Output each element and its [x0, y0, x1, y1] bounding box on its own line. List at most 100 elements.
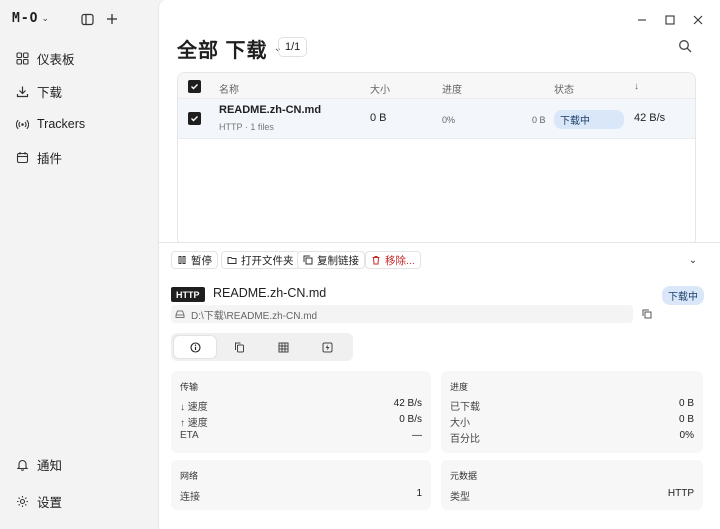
app-switcher[interactable]: M-O ⌄: [12, 11, 49, 26]
sidebar-item-label: Trackers: [37, 117, 86, 131]
sidebar-item-label: 仪表板: [37, 52, 75, 67]
chevron-down-icon: ⌄: [41, 13, 50, 23]
sidebar-item-label: 通知: [37, 458, 63, 473]
column-header-size[interactable]: 大小: [370, 81, 390, 96]
sidebar-item-label: 设置: [37, 495, 63, 510]
size-label: 大小: [450, 418, 470, 429]
trash-icon: [372, 256, 380, 265]
tab-info[interactable]: [174, 336, 216, 358]
upload-speed-row: ↑ 速度 0 B/s: [180, 414, 422, 429]
minimize-icon[interactable]: [634, 12, 650, 28]
info-icon: [189, 341, 201, 353]
metadata-title: 元数据: [450, 471, 478, 481]
copy-link-button[interactable]: 复制链接: [297, 251, 365, 269]
tab-activity[interactable]: [306, 336, 348, 358]
sidebar-item-notifications[interactable]: 通知: [8, 450, 150, 478]
file-path: D:\下载\README.zh-CN.md: [171, 305, 633, 323]
type-value: HTTP: [667, 488, 694, 499]
type-label: 类型: [450, 492, 470, 503]
network-title: 网络: [180, 471, 199, 481]
add-icon[interactable]: [104, 11, 120, 27]
sidebar-item-plugins[interactable]: 插件: [8, 143, 150, 171]
file-path-text: D:\下载\README.zh-CN.md: [191, 310, 318, 322]
page-title[interactable]: 全部 下载 ⌄: [177, 34, 283, 63]
drive-icon: [175, 310, 185, 318]
eta-row: ETA —: [180, 430, 422, 444]
sidebar-item-dashboard[interactable]: 仪表板: [8, 44, 150, 72]
download-speed-label: ↓ 速度: [180, 402, 208, 413]
column-header-status[interactable]: 状态: [554, 81, 574, 96]
close-icon[interactable]: [690, 12, 706, 28]
downloaded-row: 已下载 0 B: [450, 398, 694, 413]
open-folder-label: 打开文件夹: [241, 254, 294, 267]
eta-value: —: [412, 430, 422, 441]
download-speed-value: 42 B/s: [393, 398, 422, 409]
copy-icon: [303, 255, 313, 265]
sidebar-item-trackers[interactable]: Trackers: [8, 110, 150, 138]
calendar-icon: [16, 151, 29, 163]
search-icon[interactable]: [678, 39, 692, 53]
open-folder-button[interactable]: 打开文件夹: [221, 251, 300, 269]
pause-icon: [178, 256, 186, 264]
connections-label: 连接: [180, 492, 200, 503]
sidebar-toggle-icon[interactable]: [79, 11, 95, 27]
row-checkbox[interactable]: [188, 112, 201, 125]
percent-value: 0%: [679, 430, 694, 441]
row-size: 0 B: [370, 112, 387, 124]
transfer-title: 传输: [180, 382, 199, 392]
detail-panel: 暂停 打开文件夹 复制链接 移除... ⌄ HTTP README.zh-CN.…: [159, 242, 720, 529]
page-counter: 1/1: [278, 37, 308, 57]
pause-button[interactable]: 暂停: [171, 251, 218, 269]
connections-value: 1: [416, 488, 422, 499]
metadata-card: 元数据 类型 HTTP: [441, 460, 703, 510]
grid-icon: [278, 342, 288, 352]
sidebar-item-label: 下载: [37, 85, 63, 100]
page-title-text: 全部 下载: [177, 40, 268, 62]
files-icon: [234, 342, 244, 352]
select-all-checkbox[interactable]: [188, 80, 201, 93]
broadcast-icon: [16, 119, 29, 129]
upload-speed-value: 0 B/s: [399, 414, 422, 425]
size-row: 大小 0 B: [450, 414, 694, 429]
progress-card: 进度 已下载 0 B 大小 0 B 百分比 0%: [441, 371, 703, 453]
gear-icon: [17, 495, 28, 507]
network-card: 网络 连接 1: [171, 460, 431, 510]
detail-status-badge: 下载中: [662, 286, 704, 305]
sidebar-item-downloads[interactable]: 下载: [8, 77, 150, 105]
table-header: 名称 大小 进度 状态 ↓: [178, 73, 695, 99]
progress-title: 进度: [450, 382, 469, 392]
download-speed-row: ↓ 速度 42 B/s: [180, 398, 422, 413]
dashboard-icon: [16, 51, 29, 65]
sidebar-item-settings[interactable]: 设置: [8, 487, 150, 515]
eta-label: ETA: [180, 430, 199, 441]
collapse-panel-icon[interactable]: ⌄: [685, 252, 701, 268]
size-value: 0 B: [678, 414, 694, 425]
column-header-progress[interactable]: 进度: [442, 81, 462, 96]
column-header-name[interactable]: 名称: [219, 81, 239, 96]
maximize-icon[interactable]: [662, 12, 678, 28]
table-row[interactable]: README.zh-CN.md HTTP · 1 files 0 B 0% 0 …: [178, 99, 695, 139]
tab-files[interactable]: [218, 336, 260, 358]
row-progress-bytes: 0 B: [532, 115, 546, 125]
percent-row: 百分比 0%: [450, 430, 694, 445]
pause-label: 暂停: [191, 254, 212, 267]
status-badge: 下载中: [554, 110, 624, 129]
lightning-icon: [322, 342, 332, 352]
type-row: 类型 HTTP: [450, 488, 694, 503]
remove-button[interactable]: 移除...: [365, 251, 421, 269]
row-subtitle: HTTP · 1 files: [219, 122, 274, 132]
detail-tabs: [171, 333, 353, 361]
column-header-speed[interactable]: ↓: [634, 81, 639, 92]
app-logo: M-O: [12, 11, 39, 26]
downloads-table: 名称 大小 进度 状态 ↓ README.zh-CN.md HTTP · 1 f…: [177, 72, 696, 247]
main-panel: 全部 下载 ⌄ 1/1 名称 大小 进度 状态 ↓ README.zh-CN.m…: [158, 0, 720, 529]
transfer-card: 传输 ↓ 速度 42 B/s ↑ 速度 0 B/s ETA —: [171, 371, 431, 453]
download-icon: [16, 86, 29, 97]
copy-path-icon[interactable]: [642, 309, 652, 319]
row-speed: 42 B/s: [634, 112, 666, 124]
percent-label: 百分比: [450, 434, 480, 445]
bell-icon: [16, 459, 29, 471]
sidebar: M-O ⌄ 仪表板 下载 Trackers 插件 通知 设置: [0, 0, 158, 529]
connections-row: 连接 1: [180, 488, 422, 503]
tab-grid[interactable]: [262, 336, 304, 358]
